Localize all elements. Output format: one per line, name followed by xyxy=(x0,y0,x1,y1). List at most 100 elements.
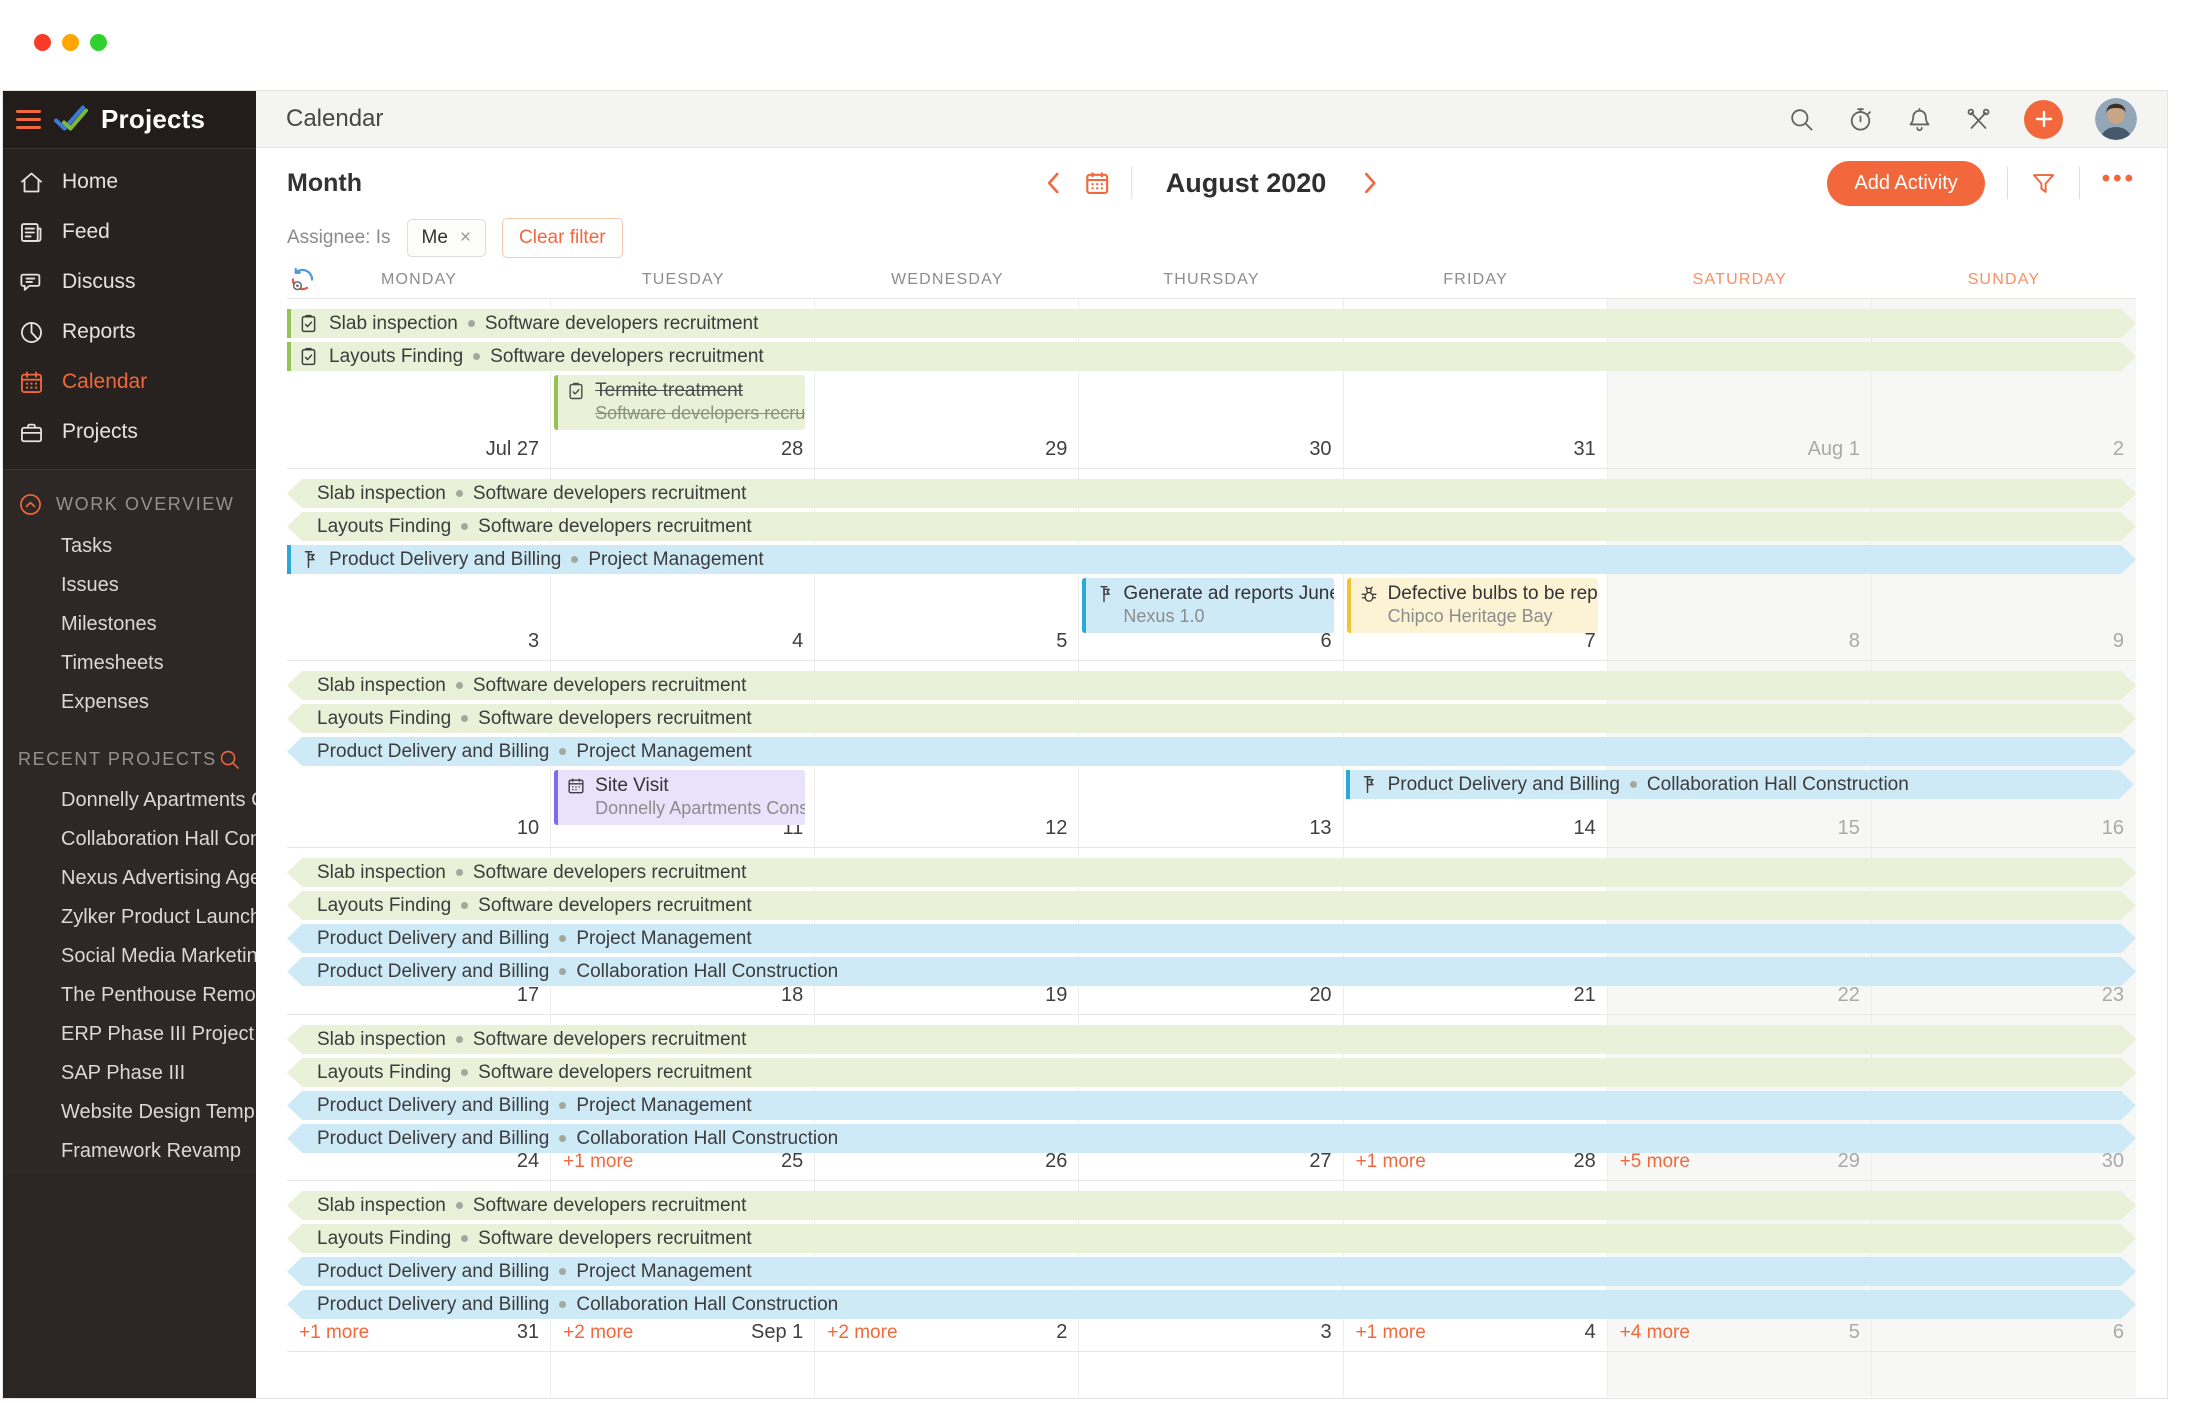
more-events-link[interactable]: +2 more xyxy=(563,1322,633,1344)
global-add-button[interactable] xyxy=(2024,99,2063,139)
sync-settings-icon[interactable] xyxy=(289,266,316,293)
sidebar-item-calendar[interactable]: Calendar xyxy=(3,357,256,407)
more-events-link[interactable]: +4 more xyxy=(1620,1322,1690,1344)
add-activity-button[interactable]: Add Activity xyxy=(1827,160,1985,206)
event-project: Software developers recruitment xyxy=(472,674,747,696)
more-events-link[interactable]: +1 more xyxy=(299,1322,369,1344)
day-cell[interactable] xyxy=(1607,1352,1872,1397)
sidebar-item-timesheets[interactable]: Timesheets xyxy=(3,644,256,683)
event-bar[interactable]: Product Delivery and Billing Project Mana… xyxy=(287,924,2136,953)
more-events-link[interactable]: +2 more xyxy=(827,1322,897,1344)
avatar[interactable] xyxy=(2095,98,2137,140)
sidebar-item-framework-revamp[interactable]: Framework Revamp xyxy=(3,1132,256,1171)
more-options-button[interactable]: ••• xyxy=(2102,167,2136,199)
remove-chip-icon[interactable]: × xyxy=(460,227,471,249)
next-month-button[interactable] xyxy=(1360,170,1380,196)
day-cell[interactable] xyxy=(1871,1352,2136,1397)
event-bar[interactable]: Product Delivery and Billing Project Mana… xyxy=(287,1257,2136,1286)
sidebar-item-home[interactable]: Home xyxy=(3,157,256,207)
divider xyxy=(1130,167,1132,199)
sidebar-item-milestones[interactable]: Milestones xyxy=(3,605,256,644)
bell-icon[interactable] xyxy=(1906,106,1933,133)
date-label: 7 xyxy=(1584,630,1596,652)
event-bar[interactable]: Product Delivery and Billing Project Mana… xyxy=(287,545,2136,574)
sidebar-item-website-design-templa[interactable]: Website Design Templa xyxy=(3,1093,256,1132)
event-bar[interactable]: Product Delivery and Billing Collaboratio… xyxy=(1346,770,2134,799)
day-cell[interactable] xyxy=(287,1352,552,1397)
event-bar[interactable]: Layouts Finding Software developers recru… xyxy=(287,891,2136,920)
sidebar-item-social-media-marketing[interactable]: Social Media Marketing xyxy=(3,937,256,976)
collapse-section-icon[interactable] xyxy=(18,492,43,517)
event-bar[interactable]: Slab inspection Software developers recru… xyxy=(287,671,2136,700)
event-bar[interactable]: Layouts Finding Software developers recru… xyxy=(287,704,2136,733)
sidebar-item-collaboration-hall-cons[interactable]: Collaboration Hall Cons xyxy=(3,820,256,859)
sidebar-section-recent-projects: RECENT PROJECTS Donnelly Apartments Co Col… xyxy=(3,726,256,1175)
day-cell[interactable] xyxy=(1079,1352,1344,1397)
more-events-link[interactable]: +5 more xyxy=(1620,1151,1690,1173)
event-bar[interactable]: Product Delivery and Billing Collaboratio… xyxy=(287,957,2136,986)
view-mode-label: Month xyxy=(287,168,362,197)
day-cell[interactable] xyxy=(551,1352,816,1397)
event-project: Software developers recruitment xyxy=(472,482,747,504)
sidebar-item-the-penthouse-remode[interactable]: The Penthouse Remode xyxy=(3,976,256,1015)
window-zoom-button[interactable] xyxy=(90,34,107,51)
hamburger-menu-icon[interactable] xyxy=(16,110,41,129)
event-bar[interactable]: Layouts Finding Software developers recru… xyxy=(287,1224,2136,1253)
sidebar-item-issues[interactable]: Issues xyxy=(3,566,256,605)
day-cell[interactable] xyxy=(1344,1352,1608,1397)
timer-icon[interactable] xyxy=(1847,106,1874,133)
section-title: RECENT PROJECTS xyxy=(18,749,217,769)
project-search-icon[interactable] xyxy=(218,748,241,771)
event-bar[interactable]: Product Delivery and Billing Collaboratio… xyxy=(287,1124,2136,1153)
sidebar-item-nexus-advertising-agen[interactable]: Nexus Advertising Agen xyxy=(3,859,256,898)
event-card[interactable]: Defective bulbs to be replacedChipco Her… xyxy=(1346,578,1598,633)
event-card[interactable]: Generate ad reports June 2020Nexus 1.0 xyxy=(1082,578,1334,633)
sidebar-item-tasks[interactable]: Tasks xyxy=(3,527,256,566)
divider xyxy=(2078,167,2080,199)
tools-icon[interactable] xyxy=(1965,106,1992,133)
event-bar[interactable]: Slab inspection Software developers recru… xyxy=(287,1025,2136,1054)
more-events-link[interactable]: +1 more xyxy=(1356,1322,1426,1344)
event-bar[interactable]: Slab inspection Software developers recru… xyxy=(287,1191,2136,1220)
previous-month-button[interactable] xyxy=(1043,170,1063,196)
event-bar[interactable]: Product Delivery and Billing Collaboratio… xyxy=(287,1290,2136,1319)
sidebar-item-discuss[interactable]: Discuss xyxy=(3,257,256,307)
event-bar[interactable]: Layouts Finding Software developers recru… xyxy=(287,342,2136,371)
window-minimize-button[interactable] xyxy=(62,34,79,51)
sidebar-item-zylker-product-launch[interactable]: Zylker Product Launch xyxy=(3,898,256,937)
filter-icon[interactable] xyxy=(2030,170,2057,197)
sidebar-item-donnelly-apartments-co[interactable]: Donnelly Apartments Co xyxy=(3,781,256,820)
event-bar[interactable]: Slab inspection Software developers recru… xyxy=(287,858,2136,887)
event-bar[interactable]: Product Delivery and Billing Project Mana… xyxy=(287,1091,2136,1120)
section-header[interactable]: WORK OVERVIEW xyxy=(3,482,256,527)
sidebar-item-feed[interactable]: Feed xyxy=(3,207,256,257)
sidebar-item-expenses[interactable]: Expenses xyxy=(3,683,256,722)
event-bar[interactable]: Layouts Finding Software developers recru… xyxy=(287,512,2136,541)
search-icon[interactable] xyxy=(1788,106,1815,133)
event-bar[interactable]: Slab inspection Software developers recru… xyxy=(287,479,2136,508)
event-bar[interactable]: Layouts Finding Software developers recru… xyxy=(287,1058,2136,1087)
more-events-link[interactable]: +1 more xyxy=(1356,1151,1426,1173)
event-project: Chipco Heritage Bay xyxy=(1387,606,1553,626)
date-picker-icon[interactable] xyxy=(1083,169,1111,197)
clear-filter-button[interactable]: Clear filter xyxy=(502,218,623,258)
sidebar-item-sap-phase-iii[interactable]: SAP Phase III xyxy=(3,1054,256,1093)
assignee-filter-chip[interactable]: Me × xyxy=(406,219,487,257)
section-header[interactable]: RECENT PROJECTS xyxy=(3,738,256,781)
window-close-button[interactable] xyxy=(34,34,51,51)
event-bar[interactable]: Product Delivery and Billing Project Mana… xyxy=(287,737,2136,766)
event-title: Slab inspection xyxy=(317,1028,446,1050)
more-events-link[interactable]: +1 more xyxy=(563,1151,633,1173)
sidebar-item-reports[interactable]: Reports xyxy=(3,307,256,357)
sidebar-item-erp-phase-iii-project[interactable]: ERP Phase III Project xyxy=(3,1015,256,1054)
event-bar[interactable]: Slab inspection Software developers recru… xyxy=(287,309,2136,338)
event-title: Generate ad reports June 2020 xyxy=(1123,583,1333,604)
separator-dot xyxy=(461,715,468,722)
event-project: Collaboration Hall Construction xyxy=(1646,773,1909,795)
event-card[interactable]: Site VisitDonnelly Apartments Constructi… xyxy=(554,770,806,825)
sidebar-item-projects[interactable]: Projects xyxy=(3,407,256,457)
separator-dot xyxy=(461,523,468,530)
event-card[interactable]: Termite treatment Software developers rec… xyxy=(554,375,806,430)
day-cell[interactable] xyxy=(815,1352,1080,1397)
sidebar-item-label: Home xyxy=(62,170,119,193)
